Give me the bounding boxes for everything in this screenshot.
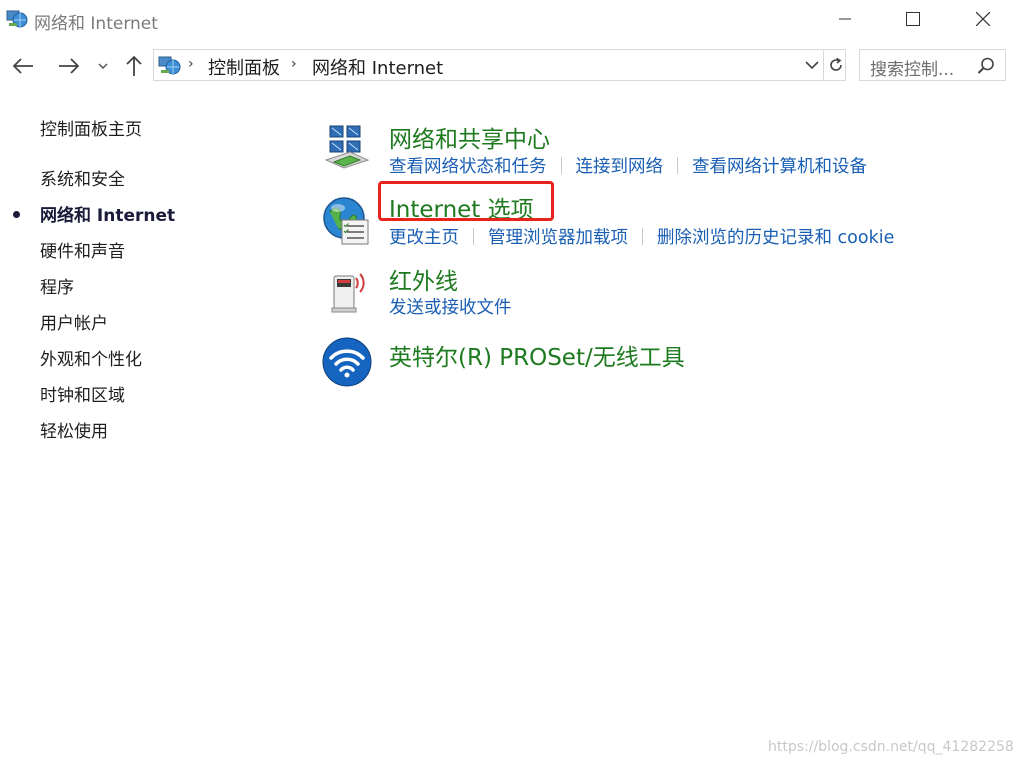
recent-locations-button[interactable] [96,54,110,78]
back-button[interactable] [10,54,36,78]
search-icon[interactable] [976,56,996,76]
sidebar-item-programs[interactable]: 程序 [40,273,74,298]
link-send-receive-files[interactable]: 发送或接收文件 [389,298,512,318]
title-bar: 网络和 Internet [0,0,1020,38]
close-icon [976,12,990,26]
breadcrumb-chevron-icon: › [188,56,194,72]
active-indicator-dot [13,211,20,218]
maximize-button[interactable] [878,0,948,38]
minimize-button[interactable] [810,0,880,38]
category-title-intel-wireless[interactable]: 英特尔(R) PROSet/无线工具 [389,338,685,372]
refresh-button[interactable] [823,50,847,80]
link-separator [677,157,678,174]
breadcrumb-chevron-icon: › [291,56,297,72]
sidebar-item-ease-of-access[interactable]: 轻松使用 [40,417,108,442]
sidebar-item-system-security[interactable]: 系统和安全 [40,165,125,190]
category-links-network-sharing: 查看网络状态和任务 连接到网络 查看网络计算机和设备 [389,153,867,178]
sidebar-item-clock-region[interactable]: 时钟和区域 [40,381,125,406]
link-connect-to-network[interactable]: 连接到网络 [576,157,664,177]
refresh-icon [829,57,842,71]
sidebar-item-appearance[interactable]: 外观和个性化 [40,345,142,370]
intel-wireless-icon[interactable] [320,336,374,390]
breadcrumb-control-panel[interactable]: 控制面板 [208,54,280,80]
network-sharing-center-icon[interactable] [320,122,374,176]
forward-button[interactable] [56,54,82,78]
link-view-network-computers[interactable]: 查看网络计算机和设备 [692,157,867,177]
arrow-up-icon [126,55,142,76]
category-links-infrared: 发送或接收文件 [389,294,512,319]
navigation-bar: › 控制面板 › 网络和 Internet 搜索控制... [0,44,1020,88]
address-dropdown-button[interactable] [800,52,824,78]
sidebar-item-user-accounts[interactable]: 用户帐户 [40,309,108,334]
search-input[interactable]: 搜索控制... [859,49,1006,81]
up-button[interactable] [122,54,146,78]
link-change-homepage[interactable]: 更改主页 [389,228,459,248]
control-panel-network-icon [158,55,182,75]
minimize-icon [839,18,851,20]
link-view-network-status[interactable]: 查看网络状态和任务 [389,157,547,177]
close-button[interactable] [948,0,1018,38]
watermark-text: https://blog.csdn.net/qq_41282258 [768,739,1014,755]
category-title-network-sharing[interactable]: 网络和共享中心 [389,120,550,154]
highlight-box [378,181,554,221]
address-bar[interactable]: › 控制面板 › 网络和 Internet [153,49,846,81]
sidebar-item-network-internet[interactable]: 网络和 Internet [40,201,175,226]
link-delete-history-cookies[interactable]: 删除浏览的历史记录和 cookie [657,228,894,248]
network-globe-icon [6,8,28,28]
arrow-right-icon [59,58,80,74]
chevron-down-icon [98,63,108,70]
internet-options-globe-icon[interactable] [320,194,374,248]
link-manage-addons[interactable]: 管理浏览器加载项 [488,228,628,248]
sidebar-item-control-panel-home[interactable]: 控制面板主页 [40,115,142,140]
chevron-down-icon [805,60,819,69]
maximize-icon [906,12,920,26]
category-links-internet-options: 更改主页 管理浏览器加载项 删除浏览的历史记录和 cookie [389,224,894,249]
link-separator [560,157,562,174]
window-title: 网络和 Internet [34,14,158,34]
category-title-infrared[interactable]: 红外线 [389,262,458,296]
breadcrumb-network-internet[interactable]: 网络和 Internet [312,54,443,80]
sidebar-item-hardware-sound[interactable]: 硬件和声音 [40,237,125,262]
search-placeholder: 搜索控制... [870,60,955,80]
infrared-device-icon[interactable] [320,264,374,318]
arrow-left-icon [12,58,33,74]
link-separator [473,228,474,245]
link-separator [642,228,643,245]
